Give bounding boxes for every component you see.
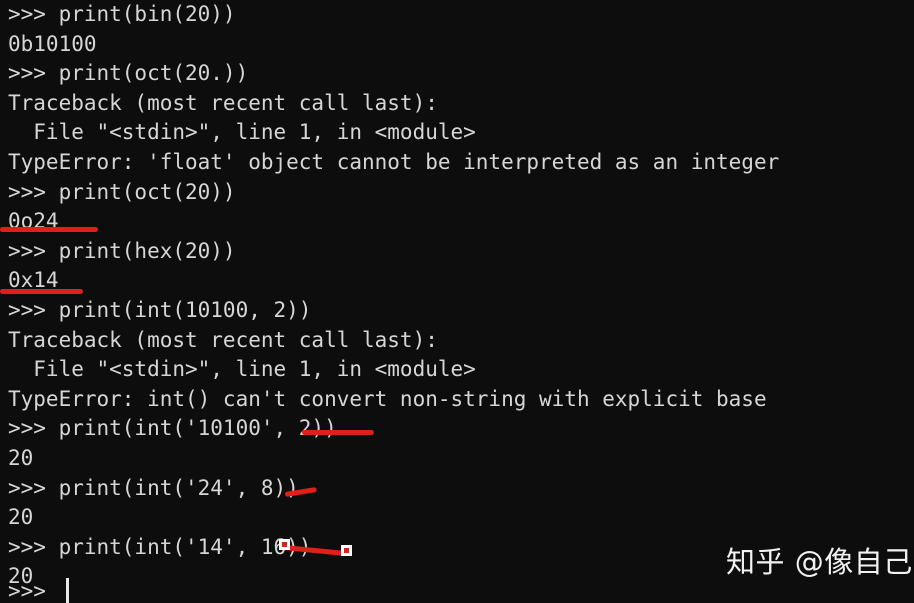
terminal-line: >>> print(int('10100', 2)) — [8, 416, 337, 441]
terminal-line: 20 — [8, 505, 34, 530]
terminal-line: Traceback (most recent call last): — [8, 327, 438, 352]
terminal-line: 20 — [8, 446, 34, 470]
terminal-line: Traceback (most recent call last): — [8, 90, 438, 115]
terminal-line: >>> print(oct(20)) — [8, 179, 236, 204]
underline-0o24[interactable] — [0, 227, 98, 232]
terminal-line: >>> print(hex(20)) — [8, 238, 236, 263]
terminal-screenshot: >>> print(bin(20)) 0b10100 >>> print(oct(2… — [0, 0, 914, 603]
terminal-line: 0b10100 — [8, 31, 97, 56]
terminal-output-area[interactable]: >>> print(bin(20)) 0b10100 >>> print(oct(2… — [0, 0, 914, 603]
terminal-line: TypeError: int() can't convert non-strin… — [8, 386, 767, 411]
underline-base-2[interactable] — [302, 430, 374, 435]
terminal-line: >>> print(oct(20.)) — [8, 61, 249, 86]
underline-hex-prompt[interactable] — [0, 289, 83, 294]
selection-handle-start[interactable] — [279, 539, 290, 550]
terminal-line: TypeError: 'float' object cannot be inte… — [8, 150, 780, 174]
terminal-line: File "<stdin>", line 1, in <module> — [8, 357, 476, 382]
terminal-line: >>> print(int('24', 8)) — [8, 475, 299, 500]
terminal-line: >>> print(bin(20)) — [8, 2, 236, 26]
terminal-line: >>> — [8, 579, 46, 603]
terminal-line: >>> print(int('14', 16)) — [8, 534, 312, 559]
terminal-line: 0o24 — [8, 209, 59, 234]
terminal-line: File "<stdin>", line 1, in <module> — [8, 120, 476, 145]
terminal-cursor — [66, 578, 69, 603]
selection-handle-end[interactable] — [341, 545, 352, 556]
watermark: 知乎 @像自己 — [726, 545, 913, 579]
terminal-line: >>> print(int(10100, 2)) — [8, 298, 312, 322]
